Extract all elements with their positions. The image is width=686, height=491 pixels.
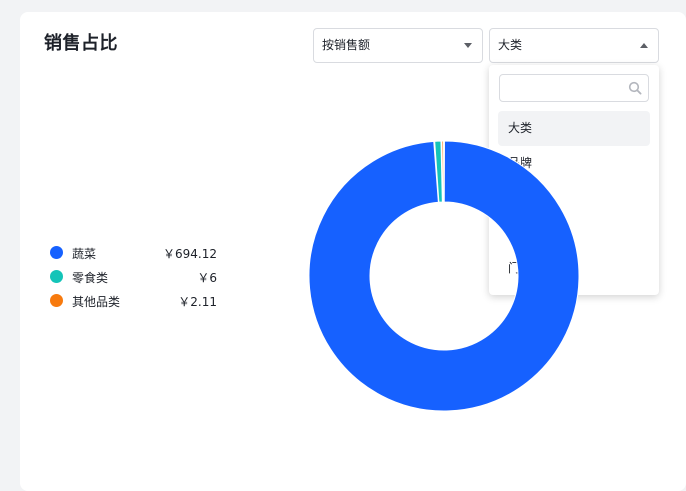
legend-color-dot [50, 246, 63, 259]
chevron-down-icon [464, 43, 472, 48]
dropdown-search-input[interactable] [506, 76, 628, 102]
legend-item-value: ￥694.12 [163, 247, 217, 261]
legend-item-name: 蔬菜 [72, 247, 97, 261]
legend-item-value: ￥2.11 [178, 295, 217, 309]
dimension-select[interactable]: 大类 [489, 28, 659, 63]
dimension-select-value: 大类 [498, 38, 523, 52]
legend-item-name: 其他品类 [72, 295, 121, 309]
dropdown-search-field[interactable] [499, 74, 649, 102]
donut-chart [308, 140, 580, 412]
metric-select-value: 按销售额 [322, 38, 371, 52]
search-icon[interactable] [628, 81, 642, 95]
card-title: 销售占比 [44, 33, 118, 54]
legend-item-name: 零食类 [72, 271, 109, 285]
legend-item-value: ￥6 [197, 271, 217, 285]
legend-color-dot [50, 270, 63, 283]
legend-item[interactable]: 零食类 ￥6 [50, 265, 220, 289]
legend-item[interactable]: 蔬菜 ￥694.12 [50, 241, 220, 265]
legend-color-dot [50, 294, 63, 307]
metric-select[interactable]: 按销售额 [313, 28, 483, 63]
chevron-up-icon [640, 43, 648, 48]
chart-legend: 蔬菜 ￥694.12 零食类 ￥6 其他品类 ￥2.11 [50, 241, 220, 313]
legend-item[interactable]: 其他品类 ￥2.11 [50, 289, 220, 313]
sales-share-card: 销售占比 按销售额 大类 大类 品牌 供应商 订单来源 门店 蔬菜 ￥694.1… [20, 12, 686, 491]
